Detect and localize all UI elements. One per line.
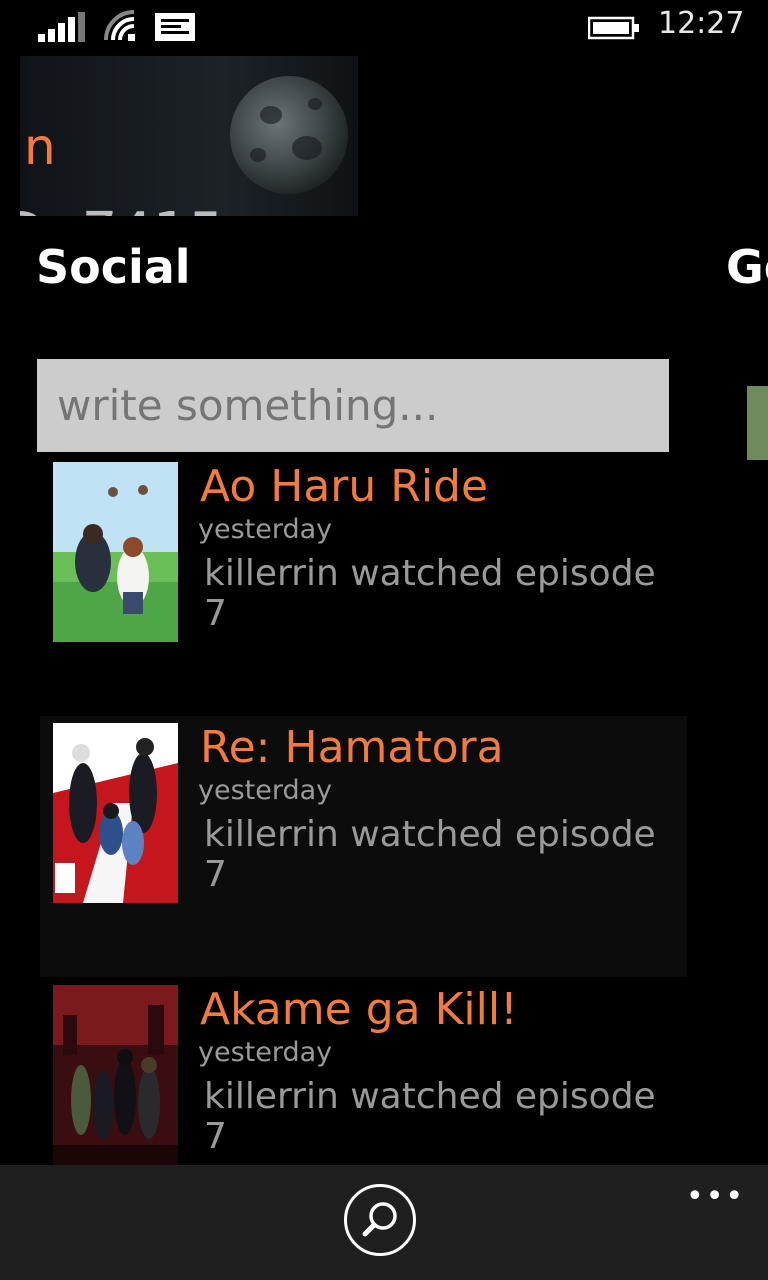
moon-image — [230, 76, 348, 194]
feed-item-title: Akame ga Kill! — [200, 985, 518, 1035]
status-bar: 12:27 — [0, 0, 768, 56]
feed-item-time: yesterday — [198, 775, 333, 806]
message-icon — [155, 13, 195, 41]
feed-item[interactable]: Akame ga Kill! yesterday killerrin watch… — [40, 985, 687, 1165]
feed-item-title: Re: Hamatora — [200, 722, 504, 773]
app-bar: ••• — [0, 1165, 768, 1280]
search-button[interactable] — [344, 1184, 416, 1256]
feed-item-title: Ao Haru Ride — [200, 461, 489, 512]
pivot-header-social[interactable]: Social — [36, 240, 191, 294]
next-pivot-panel-edge — [747, 386, 768, 460]
clock: 12:27 — [658, 6, 745, 41]
feed-item[interactable]: Ao Haru Ride yesterday killerrin watched… — [40, 462, 687, 723]
battery-icon — [588, 16, 639, 40]
anime-cover-image — [53, 462, 178, 642]
header-banner: n D: 7415 — [20, 56, 358, 216]
signal-icon — [38, 12, 85, 42]
feed-item-text: killerrin watched episode 7 — [204, 814, 656, 895]
banner-title-partial: n — [24, 118, 56, 176]
feed-item-time: yesterday — [198, 514, 333, 545]
banner-id-partial: D: 7415 — [20, 206, 224, 217]
feed-item-time: yesterday — [198, 1037, 333, 1068]
feed-item-text: killerrin watched episode 7 — [204, 1076, 656, 1157]
wifi-icon — [104, 10, 135, 41]
pivot-header-next[interactable]: Go — [726, 236, 768, 298]
feed-item-text: killerrin watched episode 7 — [204, 553, 656, 634]
anime-cover-image — [53, 723, 178, 903]
feed-item[interactable]: Re: Hamatora yesterday killerrin watched… — [40, 716, 687, 977]
pivot-header-next-label: Go — [726, 240, 768, 294]
more-icon[interactable]: ••• — [686, 1179, 745, 1214]
search-icon — [362, 1202, 397, 1237]
write-something-input[interactable] — [37, 359, 669, 452]
anime-cover-image — [53, 985, 178, 1165]
